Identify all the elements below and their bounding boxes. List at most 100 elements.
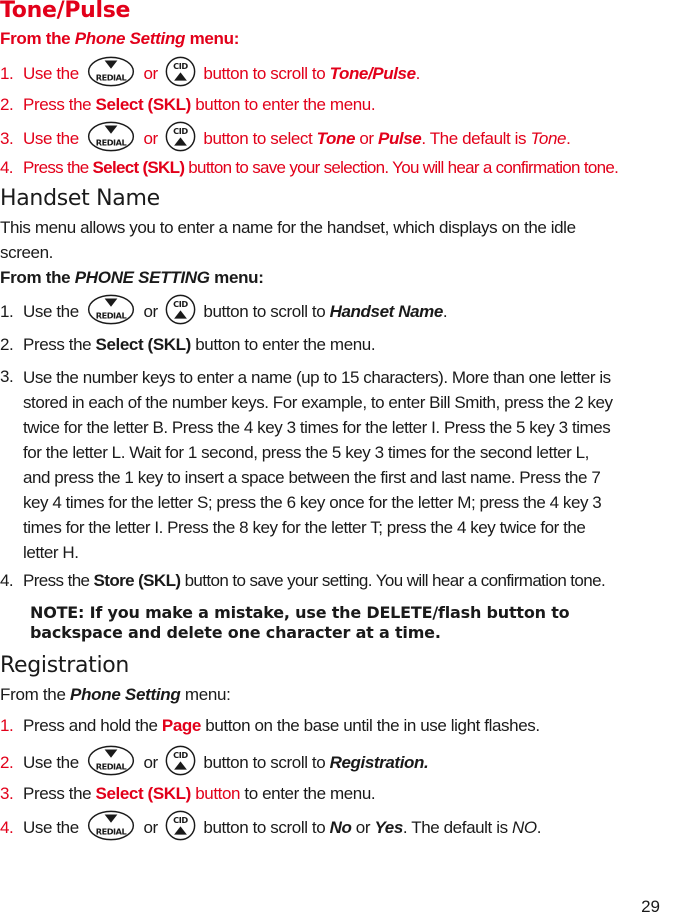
step-text: button to enter the menu. <box>190 95 376 114</box>
step-3-line: for the letter L. Wait for 1 second, pre… <box>23 443 589 462</box>
menu-name: PHONE SETTING <box>74 268 210 287</box>
step-text: Press the <box>23 571 94 590</box>
button-word: button <box>190 784 241 803</box>
step-text: button to save your selection. You will … <box>184 158 619 177</box>
cid-up-button-icon <box>165 294 196 325</box>
section-title-registration: Registration <box>0 653 130 678</box>
select-skl-key-label: Select (SKL) <box>95 335 192 354</box>
step-text: . <box>566 128 571 148</box>
step-text: or <box>139 817 163 837</box>
menu-path-handset-name: From the PHONE SETTING menu: <box>0 268 264 288</box>
tone-pulse-step-3: 3. Use the or button to select Tone or Pu… <box>0 127 571 152</box>
option-yes: Yes <box>374 817 403 837</box>
option-tone: Tone <box>316 128 356 148</box>
menu-path-registration: From the Phone Setting menu: <box>0 685 231 705</box>
note-line: backspace and delete one character at a … <box>30 623 441 642</box>
step-number: 4. <box>0 158 13 177</box>
registration-step-4: 4. Use the or button to scroll to No or Y… <box>0 816 541 841</box>
page-key-label: Page <box>161 716 201 735</box>
registration-step-2: 2. Use the or button to scroll to Registr… <box>0 751 429 776</box>
from-prefix: From the <box>0 29 75 48</box>
cid-up-button-icon <box>165 121 196 152</box>
cid-up-button-icon <box>165 745 196 776</box>
option-no: No <box>329 817 352 837</box>
handset-name-step-1: 1. Use the or button to scroll to Handset… <box>0 300 448 325</box>
from-prefix: From the <box>0 268 75 287</box>
step-text: button to save your setting. You will he… <box>180 571 606 590</box>
step-number: 1. <box>0 63 14 83</box>
note: NOTE: If you make a mistake, use the DEL… <box>30 603 570 643</box>
step-text: or <box>139 752 163 772</box>
step-3-line: stored in each of the number keys. For e… <box>23 393 613 412</box>
redial-down-button-icon <box>86 121 136 152</box>
step-3-line: times for the letter I. Press the 8 key … <box>23 518 586 537</box>
step-text: . <box>536 817 542 837</box>
step-number: 3. <box>0 784 14 803</box>
step-text: or <box>139 63 163 83</box>
from-suffix: menu: <box>209 268 264 287</box>
step-text: to enter the menu. <box>240 784 376 803</box>
redial-down-button-icon <box>86 56 136 87</box>
menu-target: Registration. <box>329 752 429 772</box>
tone-pulse-step-2: 2. Press the Select (SKL) button to enter… <box>0 95 376 115</box>
step-text: or <box>351 817 375 837</box>
step-number: 1. <box>0 716 14 735</box>
step-text: Press the <box>23 784 96 803</box>
step-number: 3. <box>0 367 14 386</box>
handset-name-step-2: 2. Press the Select (SKL) button to enter… <box>0 335 376 355</box>
step-text: or <box>139 301 163 321</box>
store-skl-key-label: Store (SKL) <box>93 571 182 590</box>
menu-name: Phone Setting <box>74 29 186 48</box>
step-text: or <box>139 128 163 148</box>
default-value: Tone <box>530 128 567 148</box>
step-number: 2. <box>0 752 14 772</box>
menu-name: Phone Setting <box>70 685 181 704</box>
step-text: Press the <box>23 158 93 177</box>
handset-name-step-3-text: Use the number keys to enter a name (up … <box>23 365 673 565</box>
section-title-tone-pulse: Tone/Pulse <box>0 0 131 23</box>
step-text: button on the base until the in use ligh… <box>200 716 540 735</box>
step-text: button to scroll to <box>199 817 330 837</box>
step-3-line: letter H. <box>23 543 79 562</box>
registration-step-1: 1. Press and hold the Page button on the … <box>0 716 540 736</box>
select-skl-key-label: Select (SKL) <box>92 158 185 177</box>
cid-up-button-icon <box>165 56 196 87</box>
step-number: 3. <box>0 128 14 148</box>
step-text: or <box>355 128 378 148</box>
step-text: Use the <box>23 301 84 321</box>
select-skl-key-label: Select (SKL) <box>95 784 192 803</box>
step-text: Press the <box>23 95 96 114</box>
step-number: 1. <box>0 301 14 321</box>
menu-target: Tone/Pulse <box>329 63 416 83</box>
step-number: 4. <box>0 817 14 837</box>
handset-name-intro-line-1: This menu allows you to enter a name for… <box>0 218 576 237</box>
step-text: Press the <box>23 335 96 354</box>
menu-target: Handset Name <box>329 301 444 321</box>
step-text: button to scroll to <box>199 752 330 772</box>
step-text: Use the <box>23 128 84 148</box>
note-line: NOTE: If you make a mistake, use the DEL… <box>30 603 570 622</box>
step-3-line: and press the 1 key to insert a space be… <box>23 468 601 487</box>
step-text: Press and hold the <box>23 716 162 735</box>
redial-down-button-icon <box>86 294 136 325</box>
step-text: Use the <box>23 63 84 83</box>
cid-up-button-icon <box>165 810 196 841</box>
handset-name-step-3-number: 3. <box>0 367 23 387</box>
option-pulse: Pulse <box>378 128 422 148</box>
step-number: 4. <box>0 571 14 590</box>
step-text: button to enter the menu. <box>190 335 376 354</box>
tone-pulse-step-4: 4. Press the Select (SKL) button to save … <box>0 158 619 178</box>
step-text: . <box>415 63 421 83</box>
step-text: Use the <box>23 817 84 837</box>
step-text: button to select <box>199 128 317 148</box>
from-suffix: menu: <box>185 29 240 48</box>
step-text: Use the <box>23 752 84 772</box>
from-suffix: menu: <box>180 685 231 704</box>
step-3-line: twice for the letter B. Press the 4 key … <box>23 418 611 437</box>
registration-step-3: 3. Press the Select (SKL) button to enter… <box>0 784 376 804</box>
tone-pulse-step-1: 1. Use the or button to scroll to Tone/Pu… <box>0 62 420 87</box>
step-text: . The default is <box>402 817 512 837</box>
step-number: 2. <box>0 335 14 354</box>
default-value: NO <box>512 817 537 837</box>
step-3-line: key 4 times for the letter S; press the … <box>23 493 602 512</box>
